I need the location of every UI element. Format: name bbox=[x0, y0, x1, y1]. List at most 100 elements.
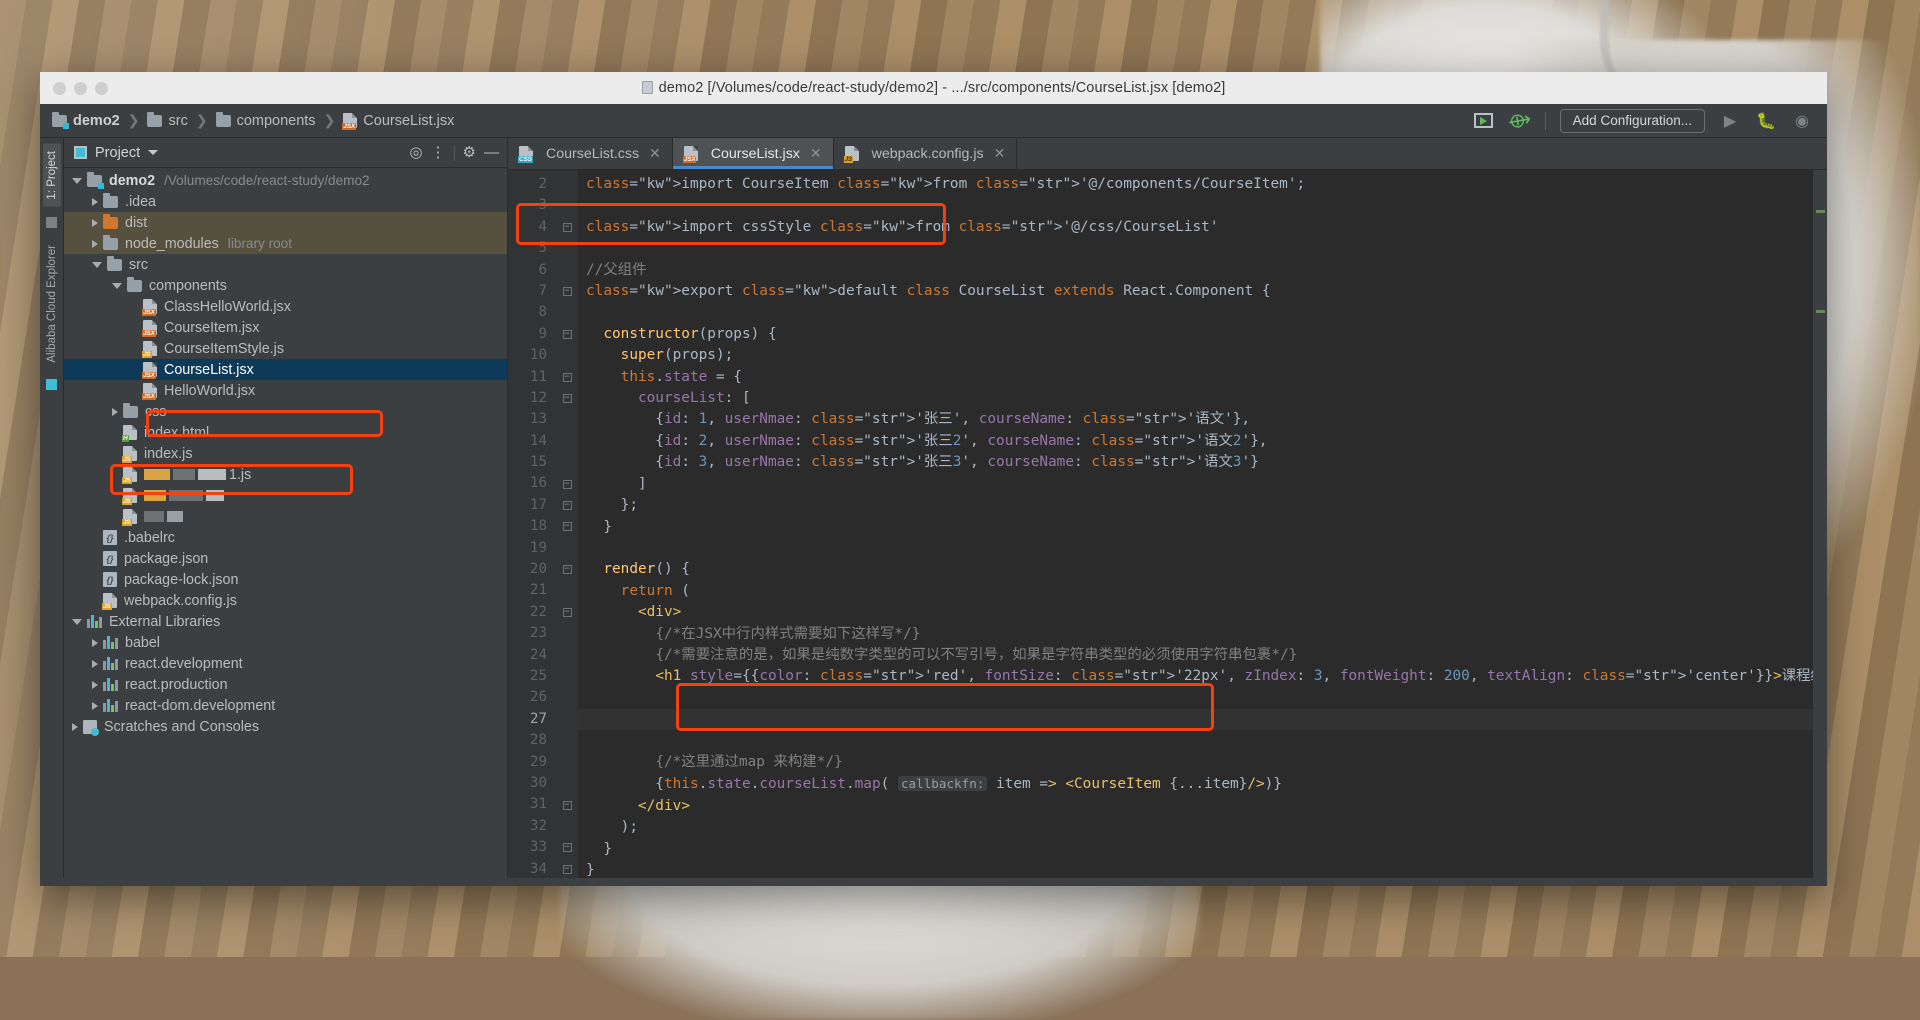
close-icon[interactable]: ✕ bbox=[810, 145, 822, 162]
breadcrumb-item-demo2[interactable]: demo2 bbox=[52, 111, 120, 129]
fold-marker[interactable]: − bbox=[556, 324, 578, 345]
fold-marker[interactable] bbox=[556, 409, 578, 430]
run-window-icon[interactable] bbox=[1473, 110, 1495, 132]
tree-node[interactable]: babel bbox=[64, 632, 507, 653]
chevron-down-icon[interactable] bbox=[72, 618, 82, 625]
chevron-right-icon[interactable] bbox=[92, 680, 98, 689]
tree-node[interactable]: .idea bbox=[64, 191, 507, 212]
tree-node[interactable]: components bbox=[64, 275, 507, 296]
code-scroll-area[interactable]: class="kw">import CourseItem class="kw">… bbox=[578, 170, 1813, 878]
fold-marker[interactable] bbox=[556, 345, 578, 366]
run-coverage-icon[interactable]: ◉ bbox=[1791, 110, 1813, 132]
fold-marker[interactable] bbox=[556, 623, 578, 644]
fold-marker[interactable] bbox=[556, 645, 578, 666]
code-editor[interactable]: 2 3 4 5 6 7 8 9 10 11 12 13 14 15 16 17 18 19 20 21 22 23 24 25… bbox=[508, 170, 1827, 878]
fold-marker[interactable]: − bbox=[556, 281, 578, 302]
fold-marker[interactable]: − bbox=[556, 837, 578, 858]
close-icon[interactable]: ✕ bbox=[994, 145, 1006, 162]
tree-node[interactable]: dist bbox=[64, 212, 507, 233]
fold-marker[interactable] bbox=[556, 730, 578, 751]
tree-node[interactable]: node_modules library root bbox=[64, 233, 507, 254]
close-icon[interactable]: ✕ bbox=[649, 145, 661, 162]
collapse-all-icon[interactable]: ⋮ bbox=[431, 145, 446, 160]
sidebar-tab-project[interactable]: 1: Project bbox=[42, 144, 61, 207]
fold-marker[interactable] bbox=[556, 302, 578, 323]
chevron-right-icon[interactable] bbox=[92, 701, 98, 710]
tree-node[interactable]: JS CourseItemStyle.js bbox=[64, 338, 507, 359]
fold-marker[interactable]: − bbox=[556, 602, 578, 623]
tree-node[interactable]: {} .babelrc bbox=[64, 527, 507, 548]
fold-marker[interactable]: − bbox=[556, 794, 578, 815]
fold-marker[interactable] bbox=[556, 709, 578, 730]
tree-node[interactable]: JS index.js bbox=[64, 443, 507, 464]
chevron-right-icon[interactable] bbox=[92, 638, 98, 647]
fold-marker[interactable]: − bbox=[556, 859, 578, 879]
fold-marker[interactable] bbox=[556, 752, 578, 773]
fold-marker[interactable]: − bbox=[556, 388, 578, 409]
fold-marker[interactable] bbox=[556, 538, 578, 559]
breadcrumb-item-courselist-jsx[interactable]: JSX CourseList.jsx bbox=[342, 113, 454, 130]
project-tree[interactable]: demo2/Volumes/code/react-study/demo2 .ide… bbox=[64, 168, 507, 878]
chevron-right-icon[interactable] bbox=[92, 218, 98, 227]
debug-bug-icon[interactable]: 🐛 bbox=[1755, 110, 1777, 132]
fold-marker[interactable] bbox=[556, 666, 578, 687]
chevron-down-icon[interactable] bbox=[92, 261, 102, 268]
tree-node[interactable]: react.production bbox=[64, 674, 507, 695]
fold-marker[interactable]: − bbox=[556, 367, 578, 388]
chevron-down-icon[interactable] bbox=[112, 282, 122, 289]
tree-node[interactable]: css bbox=[64, 401, 507, 422]
tree-node[interactable]: JSX ClassHelloWorld.jsx bbox=[64, 296, 507, 317]
code-folding-gutter[interactable]: −−−−−−−−−−−−−− bbox=[556, 170, 578, 878]
fold-marker[interactable] bbox=[556, 452, 578, 473]
source-code[interactable]: class="kw">import CourseItem class="kw">… bbox=[578, 174, 1813, 878]
breadcrumb-item-components[interactable]: components bbox=[215, 111, 316, 129]
editor-tab-courselist-css[interactable]: CSS CourseList.css ✕ bbox=[508, 138, 673, 169]
tree-node[interactable]: External Libraries bbox=[64, 611, 507, 632]
structure-tool-icon[interactable] bbox=[46, 379, 57, 391]
fold-marker[interactable] bbox=[556, 174, 578, 195]
fold-marker[interactable] bbox=[556, 431, 578, 452]
tree-node[interactable]: JSX CourseList.jsx bbox=[64, 359, 507, 380]
tree-node[interactable]: demo2/Volumes/code/react-study/demo2 bbox=[64, 170, 507, 191]
fold-marker[interactable] bbox=[556, 238, 578, 259]
run-play-icon[interactable]: ▶ bbox=[1719, 110, 1741, 132]
fold-marker[interactable]: − bbox=[556, 516, 578, 537]
tree-node[interactable]: JS bbox=[64, 485, 507, 506]
fold-marker[interactable] bbox=[556, 816, 578, 837]
tool-window-icon[interactable] bbox=[46, 216, 57, 228]
add-configuration-button[interactable]: Add Configuration... bbox=[1559, 108, 1705, 133]
fold-marker[interactable] bbox=[556, 260, 578, 281]
fold-marker[interactable] bbox=[556, 195, 578, 216]
fold-marker[interactable] bbox=[556, 580, 578, 601]
chevron-right-icon[interactable] bbox=[72, 722, 78, 731]
settings-gear-icon[interactable]: ⚙ bbox=[463, 145, 476, 160]
tree-node[interactable]: JSX CourseItem.jsx bbox=[64, 317, 507, 338]
chevron-down-icon[interactable] bbox=[72, 177, 82, 184]
tree-node[interactable]: Scratches and Consoles bbox=[64, 716, 507, 737]
chevron-down-icon[interactable] bbox=[148, 150, 159, 155]
breadcrumb-item-src[interactable]: src bbox=[147, 111, 188, 129]
chevron-right-icon[interactable] bbox=[92, 239, 98, 248]
sidebar-tab-alibaba-cloud-explorer[interactable]: Alibaba Cloud Explorer bbox=[43, 238, 61, 370]
tree-node[interactable]: JS bbox=[64, 506, 507, 527]
hide-minus-icon[interactable]: — bbox=[484, 145, 499, 160]
tree-node[interactable]: JS 1.js bbox=[64, 464, 507, 485]
chevron-right-icon[interactable] bbox=[92, 659, 98, 668]
tree-node[interactable]: react-dom.development bbox=[64, 695, 507, 716]
fold-marker[interactable]: − bbox=[556, 559, 578, 580]
tree-node[interactable]: JS webpack.config.js bbox=[64, 590, 507, 611]
hammer-build-icon[interactable]: ⟴ bbox=[1506, 108, 1533, 134]
tree-node[interactable]: react.development bbox=[64, 653, 507, 674]
fold-marker[interactable] bbox=[556, 773, 578, 794]
tree-node[interactable]: {} package-lock.json bbox=[64, 569, 507, 590]
tree-node[interactable]: JSX HelloWorld.jsx bbox=[64, 380, 507, 401]
tree-node[interactable]: Hindex.html bbox=[64, 422, 507, 443]
tree-node[interactable]: {} package.json bbox=[64, 548, 507, 569]
chevron-right-icon[interactable] bbox=[112, 407, 118, 416]
fold-marker[interactable] bbox=[556, 687, 578, 708]
fold-marker[interactable]: − bbox=[556, 495, 578, 516]
editor-marker-gutter[interactable] bbox=[1813, 170, 1827, 878]
tree-node[interactable]: src bbox=[64, 254, 507, 275]
editor-tab-courselist-jsx[interactable]: JSX CourseList.jsx ✕ bbox=[672, 138, 834, 169]
editor-tab-webpack-config-js[interactable]: JS webpack.config.js ✕ bbox=[834, 138, 1018, 169]
